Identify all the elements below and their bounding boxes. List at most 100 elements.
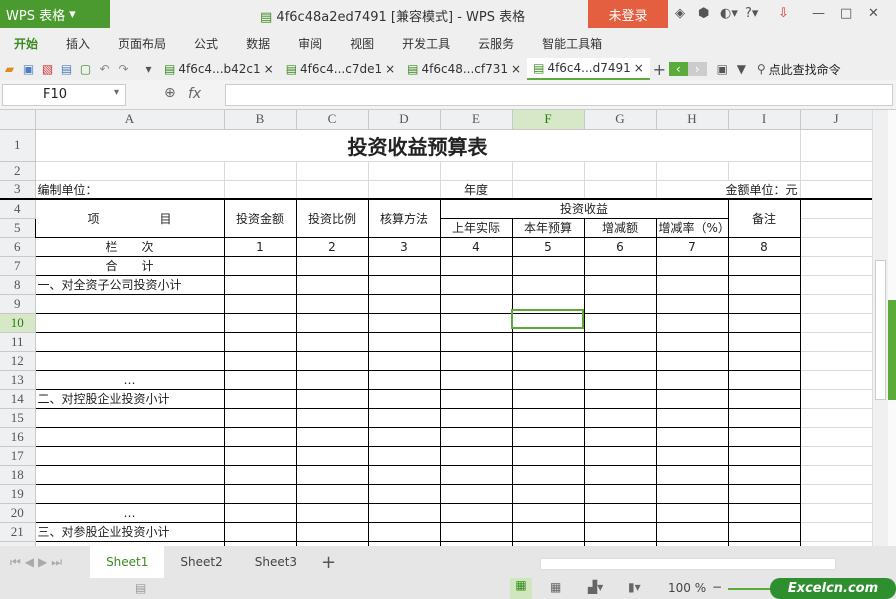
cell[interactable] [367,521,441,542]
cell[interactable] [295,255,369,276]
cell[interactable] [727,312,801,333]
cell[interactable] [800,237,872,257]
cell[interactable] [296,161,369,181]
cell[interactable] [34,331,225,352]
cell[interactable] [223,502,297,523]
menu-page-layout[interactable]: 页面布局 [104,35,180,52]
settings-icon[interactable]: ⬢ [698,6,709,21]
column-header-A[interactable]: A [35,110,225,130]
column-header-G[interactable]: G [584,110,657,130]
cell[interactable] [34,464,225,485]
row-header-15[interactable]: 15 [0,408,36,428]
cell[interactable] [223,445,297,466]
cell[interactable] [655,521,729,542]
cell[interactable] [511,274,585,295]
close-tab-icon[interactable]: × [385,62,395,76]
row-header-3[interactable]: 3 [0,180,36,200]
cell[interactable] [511,464,585,485]
cell[interactable] [583,388,657,409]
login-button[interactable]: 未登录 [588,0,668,28]
cell[interactable] [295,502,369,523]
doc-tab[interactable]: ▤ 4f6c4...b42c1 × [158,58,280,80]
menu-developer[interactable]: 开发工具 [388,35,464,52]
undo-icon[interactable]: ↶ [95,62,114,76]
cell[interactable] [800,408,872,428]
cell[interactable] [34,350,225,371]
cell[interactable] [295,369,369,390]
cell[interactable] [583,407,657,428]
column-header-D[interactable]: D [368,110,441,130]
freeze-icon[interactable]: ▟▾ [588,580,603,594]
cell[interactable] [296,180,369,200]
index-number[interactable]: 2 [295,236,369,257]
cell[interactable] [223,369,297,390]
row-header-19[interactable]: 19 [0,484,36,504]
cell[interactable] [367,426,441,447]
cell[interactable] [367,407,441,428]
row-header-18[interactable]: 18 [0,465,36,485]
page-break-view-icon[interactable]: ▦ [550,580,561,594]
cell[interactable] [583,255,657,276]
cell[interactable] [34,426,225,447]
row-header-4[interactable]: 4 [0,198,36,219]
cell[interactable] [223,274,297,295]
cell[interactable] [439,521,513,542]
help-icon[interactable]: ?▾ [745,6,758,21]
cell[interactable] [583,331,657,352]
cell[interactable] [583,369,657,390]
cell[interactable] [367,445,441,466]
cell[interactable] [512,180,585,200]
cell[interactable] [583,464,657,485]
index-label[interactable]: 栏 次 [34,236,225,257]
cell[interactable] [511,350,585,371]
cell[interactable] [224,161,297,181]
row-header-10[interactable]: 10 [0,313,36,333]
cell[interactable] [439,369,513,390]
row-header-1[interactable]: 1 [0,129,36,162]
row-header-16[interactable]: 16 [0,427,36,447]
cell[interactable] [511,331,585,352]
row-header-2[interactable]: 2 [0,161,36,181]
menu-home[interactable]: 开始 [0,35,52,52]
cell[interactable] [439,350,513,371]
cell[interactable] [727,350,801,371]
cell[interactable] [583,483,657,504]
new-tab-icon[interactable]: + [650,60,669,79]
header-amount[interactable]: 投资金额 [223,198,297,238]
header-method[interactable]: 核算方法 [367,198,441,238]
cell[interactable] [656,161,729,181]
cell[interactable] [367,331,441,352]
header-income[interactable]: 投资收益 [439,198,729,219]
total-label[interactable]: 合 计 [34,255,225,276]
cell[interactable] [439,274,513,295]
cell[interactable] [727,274,801,295]
zoom-out-icon[interactable]: − [712,580,722,594]
cell[interactable] [800,275,872,295]
column-header-I[interactable]: I [728,110,801,130]
share-icon[interactable]: ◐▾ [720,6,738,21]
cell[interactable] [511,426,585,447]
select-all-corner[interactable] [0,110,36,130]
row-header-8[interactable]: 8 [0,275,36,295]
cell[interactable] [511,255,585,276]
cell[interactable] [34,312,225,333]
cell[interactable] [223,464,297,485]
cell[interactable] [439,407,513,428]
sheet-title[interactable]: 投资收益预算表 [35,129,801,162]
index-number[interactable]: 3 [367,236,441,257]
item-label[interactable]: … [34,502,225,523]
download-icon[interactable]: ⇩ [778,6,789,21]
cell[interactable] [511,312,585,333]
menu-data[interactable]: 数据 [232,35,284,52]
cell[interactable] [655,388,729,409]
cell[interactable] [368,161,441,181]
cell[interactable] [367,464,441,485]
cell[interactable] [655,293,729,314]
header-sub[interactable]: 增减率（%） [655,217,730,238]
cell[interactable] [800,129,872,162]
cell[interactable] [800,370,872,390]
open-icon[interactable]: ▰ [0,62,19,76]
cell[interactable] [367,255,441,276]
zoom-search-icon[interactable]: ⊕ [164,85,176,101]
cell[interactable] [295,426,369,447]
